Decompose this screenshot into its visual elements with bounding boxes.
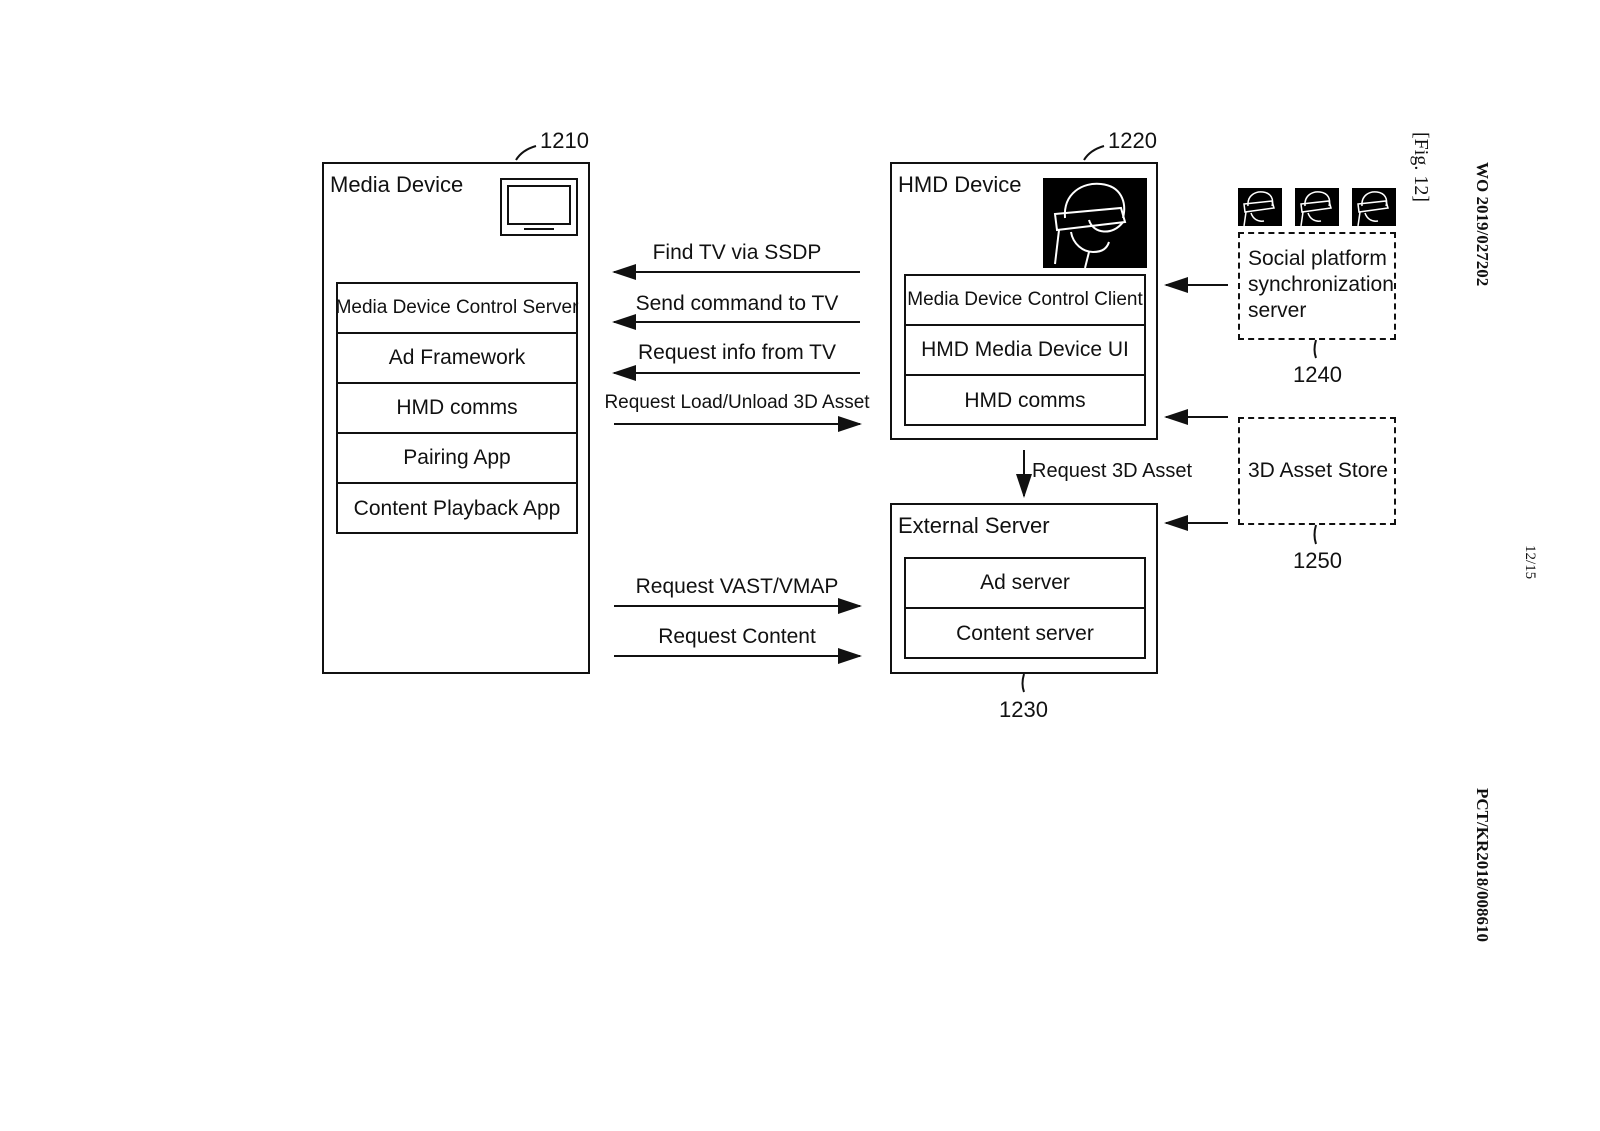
module-ad-server: Ad server xyxy=(906,559,1144,609)
hmd-user-icon xyxy=(1295,188,1339,226)
media-device-title: Media Device xyxy=(330,172,464,197)
module-content-playback-app: Content Playback App xyxy=(353,497,561,520)
leader-1230 xyxy=(1021,673,1025,693)
msg-request-3d-asset: Request 3D Asset xyxy=(1032,460,1193,482)
module-media-device-control-client: Media Device Control Client xyxy=(906,276,1144,326)
ref-1250: 1250 xyxy=(1293,548,1342,573)
asset-store-title: 3D Asset Store xyxy=(1248,459,1389,482)
title-line: Social platform xyxy=(1248,247,1387,270)
msg-send-command: Send command to TV xyxy=(635,292,839,315)
external-server-box: External Server Ad server Content server xyxy=(890,503,1158,674)
leader-1220 xyxy=(1083,145,1105,161)
tv-icon xyxy=(500,178,578,236)
msg-request-vast-vmap: Request VAST/VMAP xyxy=(635,575,839,598)
module-pairing-app: Pairing App xyxy=(338,434,576,484)
hmd-headset-icon xyxy=(1043,178,1147,269)
connector-layer xyxy=(515,145,1389,693)
leader-1250 xyxy=(1313,524,1317,545)
media-device-box: Media Device Media Device Control Server… xyxy=(322,162,590,674)
media-device-module-stack: Media Device Control Server Ad Framework… xyxy=(336,282,578,534)
module-hmd-comms: HMD comms xyxy=(338,384,576,434)
module-hmd-media-device-ui: HMD Media Device UI xyxy=(906,326,1144,376)
application-number: PCT/KR2018/008610 xyxy=(1473,788,1492,942)
sheet-number: 12/15 xyxy=(1522,545,1538,580)
msg-request-content: Request Content xyxy=(658,625,816,648)
title-line: server xyxy=(1248,299,1307,322)
ref-1240: 1240 xyxy=(1293,362,1342,387)
msg-request-load-unload: Request Load/Unload 3D Asset xyxy=(604,392,870,413)
leader-1210 xyxy=(515,145,537,161)
msg-find-tv: Find TV via SSDP xyxy=(652,241,822,264)
title-line: synchronization xyxy=(1248,273,1394,296)
social-sync-server-title: Social platform synchronization server xyxy=(1248,246,1394,324)
social-sync-server-box: Social platform synchronization server xyxy=(1238,232,1396,340)
ref-1210: 1210 xyxy=(540,128,589,153)
ref-1230: 1230 xyxy=(999,697,1048,722)
module-ad-framework: Ad Framework xyxy=(338,334,576,384)
module-content-server: Content server xyxy=(956,622,1094,645)
hmd-device-title: HMD Device xyxy=(898,172,1022,197)
hmd-user-icon xyxy=(1352,188,1396,226)
external-server-title: External Server xyxy=(898,513,1050,538)
external-server-module-stack: Ad server Content server xyxy=(904,557,1146,659)
hmd-user-icon xyxy=(1238,188,1282,226)
hmd-module-stack: Media Device Control Client HMD Media De… xyxy=(904,274,1146,426)
leader-1240 xyxy=(1313,339,1317,359)
module-hmd-comms: HMD comms xyxy=(964,389,1086,412)
ref-1220: 1220 xyxy=(1108,128,1157,153)
msg-request-info: Request info from TV xyxy=(637,341,837,364)
publication-number: WO 2019/027202 xyxy=(1473,162,1492,287)
asset-store-box: 3D Asset Store xyxy=(1238,417,1396,525)
fig-label: [Fig. 12] xyxy=(1410,132,1432,202)
module-media-device-control-server: Media Device Control Server xyxy=(336,284,578,334)
hmd-device-box: HMD Device Media Device Control Client H… xyxy=(890,162,1158,440)
